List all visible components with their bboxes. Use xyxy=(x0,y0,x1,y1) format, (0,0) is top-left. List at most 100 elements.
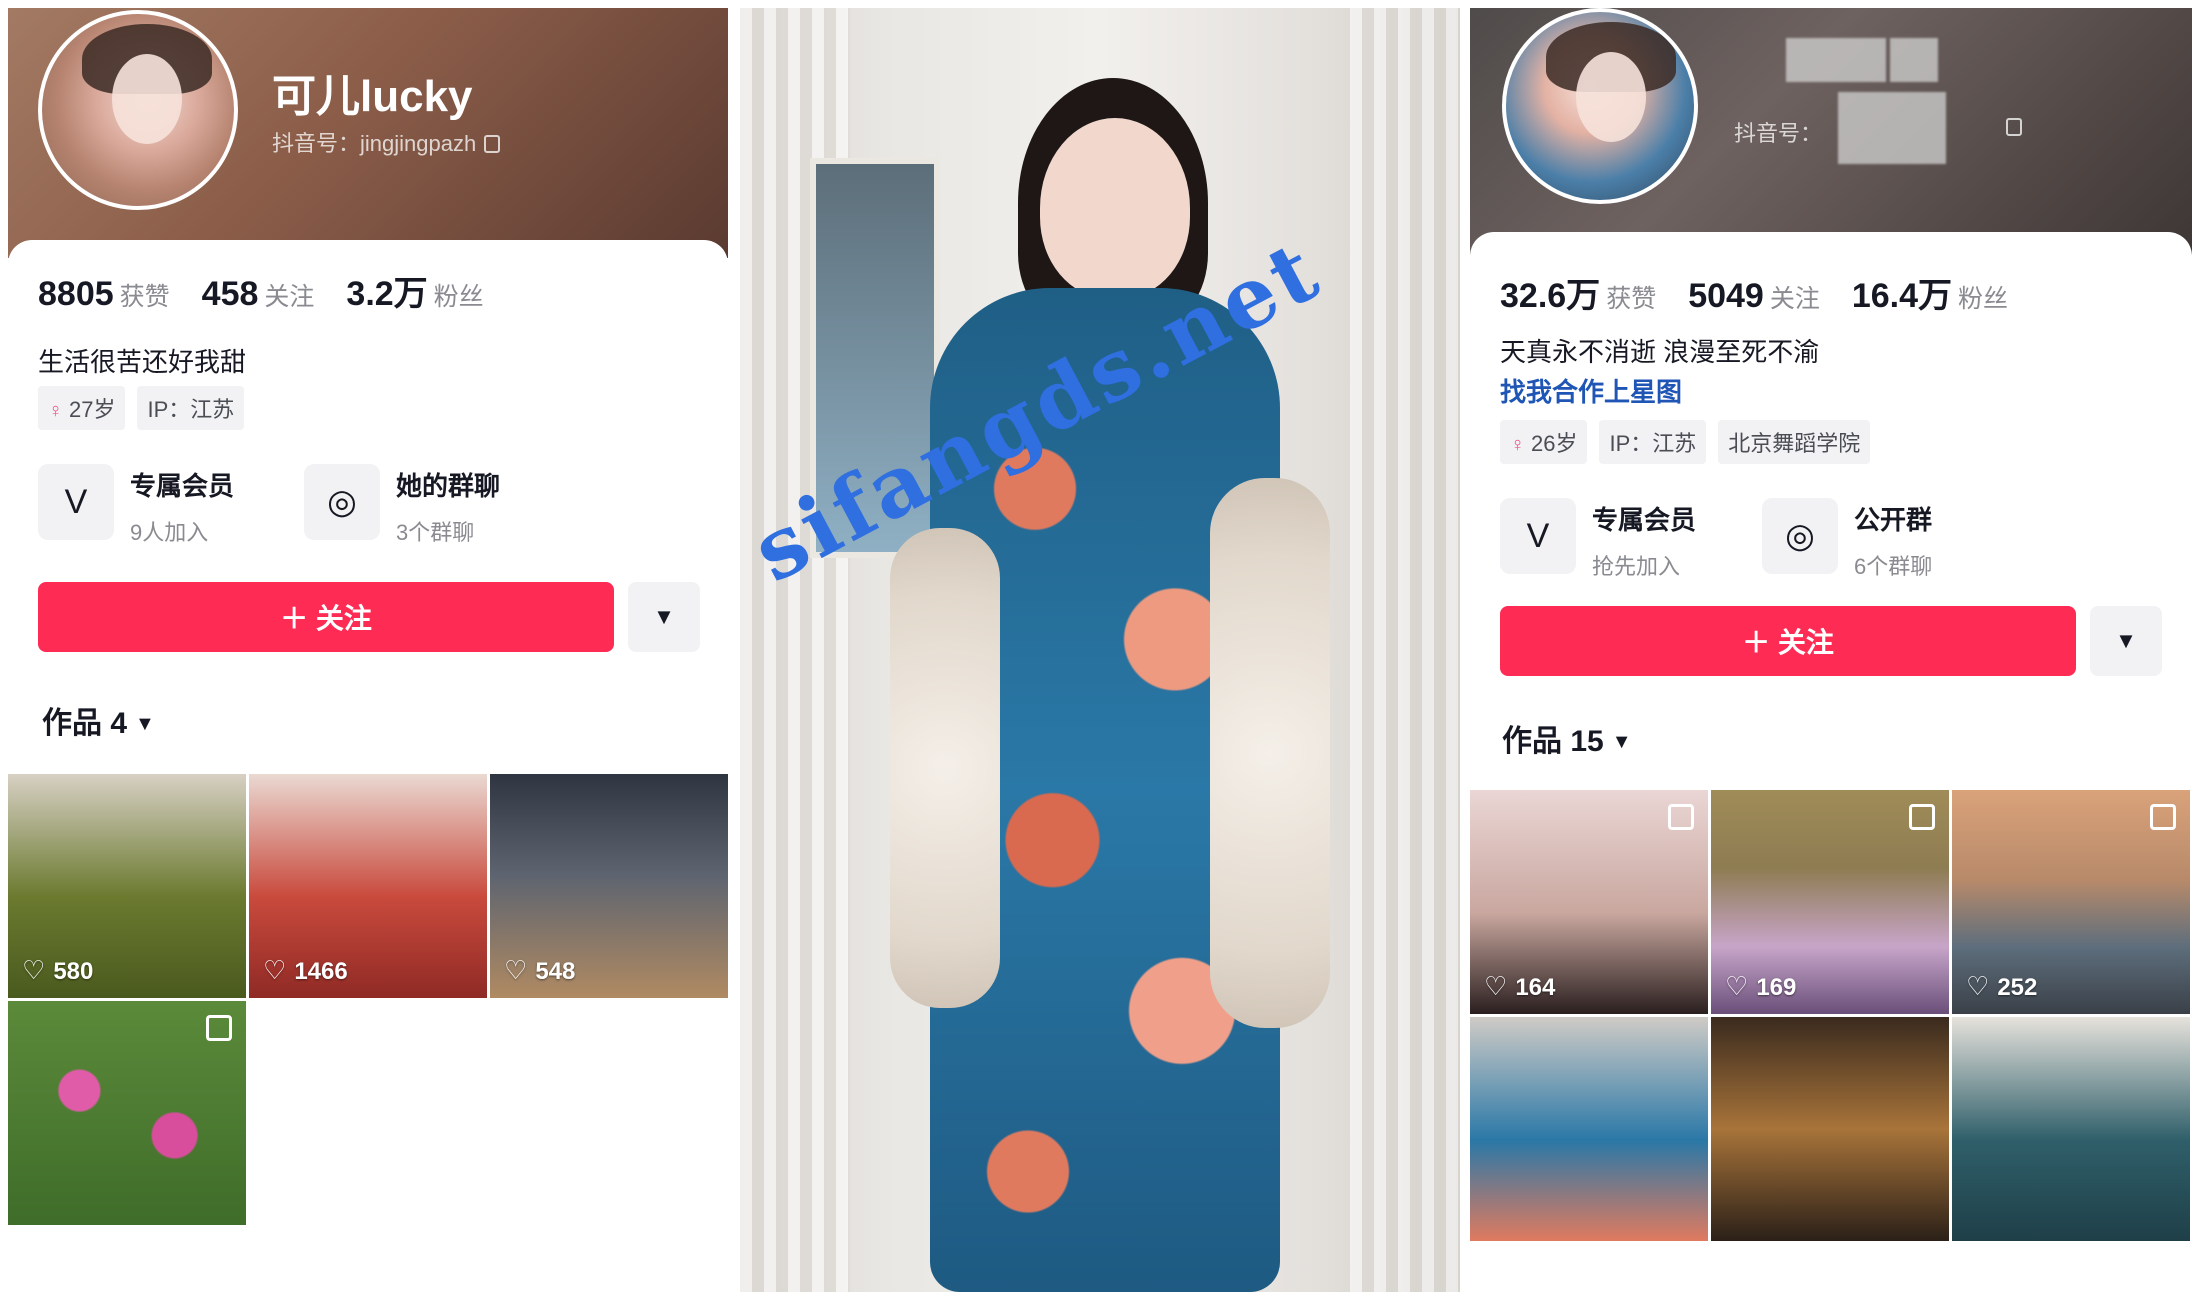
works-tab[interactable]: 作品 15 ▼ xyxy=(1502,716,1632,760)
stat-label: 关注 xyxy=(1769,285,1820,313)
stat-label: 关注 xyxy=(264,283,315,311)
more-dropdown-button[interactable]: ▼ xyxy=(628,582,700,652)
stat-following[interactable]: 5049 关注 xyxy=(1688,277,1820,316)
like-count: ♡ 580 xyxy=(22,955,93,986)
stat-followers[interactable]: 16.4万 粉丝 xyxy=(1852,268,2008,317)
stat-label: 粉丝 xyxy=(433,283,484,311)
work-thumbnail[interactable] xyxy=(8,1001,246,1225)
nickname: 可儿lucky xyxy=(272,72,473,121)
bio-link[interactable]: 找我合作上星图 xyxy=(1500,372,1682,409)
heart-icon: ♡ xyxy=(22,955,46,985)
stat-likes[interactable]: 8805 获赞 xyxy=(38,275,170,314)
age-text: 26岁 xyxy=(1531,431,1578,456)
like-count-text: 164 xyxy=(1515,974,1556,1001)
chat-icon: ◎ xyxy=(1762,498,1838,574)
stat-following[interactable]: 458 关注 xyxy=(202,275,315,314)
stats-row: 8805 获赞 458 关注 3.2万 粉丝 xyxy=(38,266,484,315)
school-tag[interactable]: 北京舞蹈学院 xyxy=(1718,420,1871,464)
caret-down-icon: ▼ xyxy=(2115,628,2137,653)
member-title: 专属会员 xyxy=(1592,505,1697,535)
works-label: 作品 4 xyxy=(42,707,128,740)
member-entry[interactable]: V 专属会员 9人加入 xyxy=(38,464,234,547)
stat-number: 3.2万 xyxy=(346,275,428,313)
member-icon: V xyxy=(38,464,114,540)
profile-card: 8805 获赞 458 关注 3.2万 粉丝 生活很苦还好我甜 ♀ 27岁 IP：江苏 … xyxy=(8,240,728,1292)
photo-panel: sifangds.net xyxy=(740,8,1460,1292)
caret-down-icon: ▼ xyxy=(653,604,675,629)
work-thumbnail[interactable] xyxy=(1470,1017,1708,1241)
work-thumbnail[interactable]: ♡ 548 xyxy=(490,774,728,998)
work-thumbnail[interactable]: ♡ 164 xyxy=(1470,790,1708,1014)
multi-image-icon xyxy=(2150,804,2176,830)
bio: 生活很苦还好我甜 xyxy=(38,347,247,377)
group-chat-subtitle: 6个群聊 xyxy=(1854,554,1933,579)
copy-icon[interactable] xyxy=(2006,118,2022,136)
member-subtitle: 9人加入 xyxy=(130,520,209,545)
heart-icon: ♡ xyxy=(263,955,287,985)
works-tab[interactable]: 作品 4 ▼ xyxy=(42,698,155,742)
works-grid: ♡ 164 ♡ 169 ♡ 252 xyxy=(1470,790,2192,1241)
like-count: ♡ 169 xyxy=(1725,971,1796,1002)
avatar[interactable] xyxy=(1502,8,1698,204)
heart-icon: ♡ xyxy=(1725,971,1749,1001)
profile-panel-right: 抖音号： 32.6万 获赞 5049 关注 16.4万 粉丝 天真永不消逝 浪漫至死不… xyxy=(1470,8,2192,1292)
douyin-id: 抖音号： xyxy=(1734,116,1822,148)
ip-tag: IP：江苏 xyxy=(137,386,245,430)
multi-image-icon xyxy=(1668,804,1694,830)
curtain xyxy=(1350,8,1460,1292)
female-icon: ♀ xyxy=(1510,434,1525,456)
blurred-nickname xyxy=(1890,38,1938,82)
age-text: 27岁 xyxy=(69,397,116,422)
member-icon: V xyxy=(1500,498,1576,574)
stat-likes[interactable]: 32.6万 获赞 xyxy=(1500,268,1656,317)
stats-row: 32.6万 获赞 5049 关注 16.4万 粉丝 xyxy=(1500,268,2008,317)
group-chat-entry[interactable]: ◎ 她的群聊 3个群聊 xyxy=(304,464,500,547)
like-count-text: 580 xyxy=(53,958,94,985)
caret-down-icon: ▼ xyxy=(135,713,155,735)
member-title: 专属会员 xyxy=(130,471,235,501)
work-thumbnail[interactable]: ♡ 252 xyxy=(1952,790,2190,1014)
member-entry[interactable]: V 专属会员 抢先加入 xyxy=(1500,498,1696,581)
stat-number: 8805 xyxy=(38,275,114,313)
works-grid: ♡ 580 ♡ 1466 ♡ 548 xyxy=(8,774,728,1225)
more-dropdown-button[interactable]: ▼ xyxy=(2090,606,2162,676)
work-thumbnail[interactable] xyxy=(1711,1017,1949,1241)
copy-icon[interactable] xyxy=(484,135,501,153)
stat-number: 16.4万 xyxy=(1851,277,1953,315)
follow-button[interactable]: ＋ 关注 xyxy=(38,582,614,652)
work-thumbnail[interactable]: ♡ 580 xyxy=(8,774,246,998)
blurred-nickname xyxy=(1786,38,1886,82)
like-count: ♡ 548 xyxy=(504,955,575,986)
stat-label: 获赞 xyxy=(1606,285,1657,313)
group-chat-subtitle: 3个群聊 xyxy=(396,520,475,545)
like-count: ♡ 164 xyxy=(1484,971,1555,1002)
group-chat-entry[interactable]: ◎ 公开群 6个群聊 xyxy=(1762,498,1932,581)
tags-row: ♀ 26岁 IP：江苏 北京舞蹈学院 xyxy=(1500,420,1871,464)
like-count: ♡ 1466 xyxy=(263,955,348,986)
like-count: ♡ 252 xyxy=(1966,971,2037,1002)
avatar[interactable] xyxy=(38,10,238,210)
douyin-id: 抖音号：jingjingpazh xyxy=(272,126,501,158)
like-count-text: 169 xyxy=(1756,974,1797,1001)
work-thumbnail[interactable]: ♡ 1466 xyxy=(249,774,487,998)
age-tag: ♀ 26岁 xyxy=(1500,420,1588,464)
work-thumbnail[interactable]: ♡ 169 xyxy=(1711,790,1949,1014)
stat-label: 粉丝 xyxy=(1958,285,2009,313)
ip-tag: IP：江苏 xyxy=(1599,420,1707,464)
member-subtitle: 抢先加入 xyxy=(1592,554,1681,579)
stat-followers[interactable]: 3.2万 粉丝 xyxy=(346,266,483,315)
stat-number: 32.6万 xyxy=(1500,277,1601,315)
stat-number: 5049 xyxy=(1688,277,1764,315)
follow-button[interactable]: ＋ 关注 xyxy=(1500,606,2076,676)
heart-icon: ♡ xyxy=(504,955,528,985)
chat-icon: ◎ xyxy=(304,464,380,540)
stat-number: 458 xyxy=(201,275,259,313)
fur-shawl-right xyxy=(1210,478,1330,1028)
work-thumbnail[interactable] xyxy=(1952,1017,2190,1241)
like-count-text: 1466 xyxy=(294,958,348,985)
group-chat-title: 公开群 xyxy=(1854,505,1933,535)
tags-row: ♀ 27岁 IP：江苏 xyxy=(38,386,245,430)
caret-down-icon: ▼ xyxy=(1611,731,1632,753)
douyin-id-text: 抖音号： xyxy=(1734,121,1823,146)
heart-icon: ♡ xyxy=(1966,971,1990,1001)
